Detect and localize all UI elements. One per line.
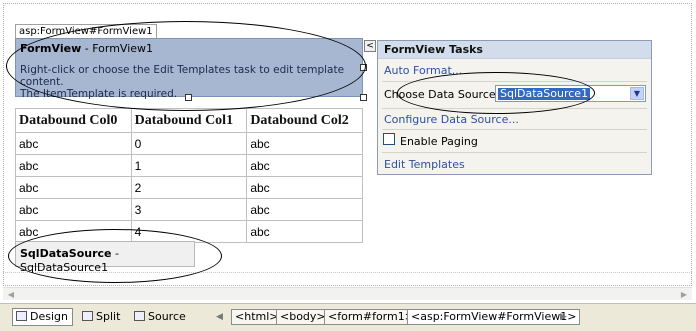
horizontal-scrollbar[interactable]: ◀ ▶ [3, 287, 692, 300]
breadcrumb-body[interactable]: <body> [276, 309, 330, 325]
split-icon [82, 311, 93, 321]
tab-design-label: Design [30, 310, 68, 323]
scroll-left-icon[interactable]: ◀ [5, 289, 17, 300]
breadcrumb-form[interactable]: <form#form1> [324, 309, 418, 325]
table-header-row: Databound Col0 Databound Col1 Databound … [15, 108, 363, 133]
table-cell: 2 [130, 176, 248, 199]
annotation-ellipse-datasource [397, 72, 595, 114]
breadcrumb-formview[interactable]: <asp:FormView#FormView1> [407, 309, 581, 325]
scroll-right-icon[interactable]: ▶ [678, 289, 690, 300]
table-row: abc 2 abc [15, 176, 363, 199]
tab-source[interactable]: Source [130, 308, 191, 326]
task-separator [382, 152, 647, 153]
smart-tag-button[interactable]: < [364, 40, 376, 52]
table-row: abc 1 abc [15, 154, 363, 177]
annotation-ellipse-sqldatasource [8, 229, 222, 283]
edit-templates-link[interactable]: Edit Templates [378, 158, 651, 171]
table-cell: abc [246, 198, 363, 221]
column-header: Databound Col2 [246, 108, 363, 133]
tab-design[interactable]: Design [12, 308, 73, 326]
table-cell: abc [246, 220, 363, 243]
chevron-down-icon[interactable]: ▼ [630, 87, 644, 100]
task-separator [382, 129, 647, 130]
table-cell: abc [246, 176, 363, 199]
tab-source-label: Source [148, 310, 186, 323]
resize-handle-corner[interactable] [360, 94, 367, 101]
enable-paging-label[interactable]: Enable Paging [378, 135, 651, 148]
table-cell: 1 [130, 154, 248, 177]
table-row: abc 3 abc [15, 198, 363, 221]
enable-paging-checkbox[interactable] [383, 133, 395, 145]
breadcrumb-html[interactable]: <html> [231, 309, 283, 325]
column-header: Databound Col0 [15, 108, 132, 133]
breadcrumb-forward-icon[interactable]: ▶ [560, 312, 567, 322]
design-surface: asp:FormView#FormView1 FormView - FormVi… [0, 0, 696, 296]
table-cell: abc [246, 132, 363, 155]
table-cell: 0 [130, 132, 248, 155]
view-bar: Design Split Source ◀ <html> <body> <for… [0, 303, 696, 331]
table-cell: abc [15, 132, 132, 155]
tab-split-label: Split [96, 310, 121, 323]
tasks-header: FormView Tasks [378, 41, 651, 59]
design-icon [16, 311, 27, 321]
table-row: abc 0 abc [15, 132, 363, 155]
table-cell: abc [15, 176, 132, 199]
table-cell: 3 [130, 198, 248, 221]
table-cell: abc [15, 154, 132, 177]
table-cell: abc [246, 154, 363, 177]
column-header: Databound Col1 [130, 108, 248, 133]
annotation-ellipse-formview [6, 21, 366, 111]
breadcrumb-back-icon[interactable]: ◀ [216, 312, 223, 322]
tab-split[interactable]: Split [78, 308, 125, 326]
table-cell: abc [15, 198, 132, 221]
configure-data-source-link[interactable]: Configure Data Source... [378, 113, 651, 126]
source-icon [134, 311, 145, 321]
databound-table: Databound Col0 Databound Col1 Databound … [15, 108, 363, 243]
